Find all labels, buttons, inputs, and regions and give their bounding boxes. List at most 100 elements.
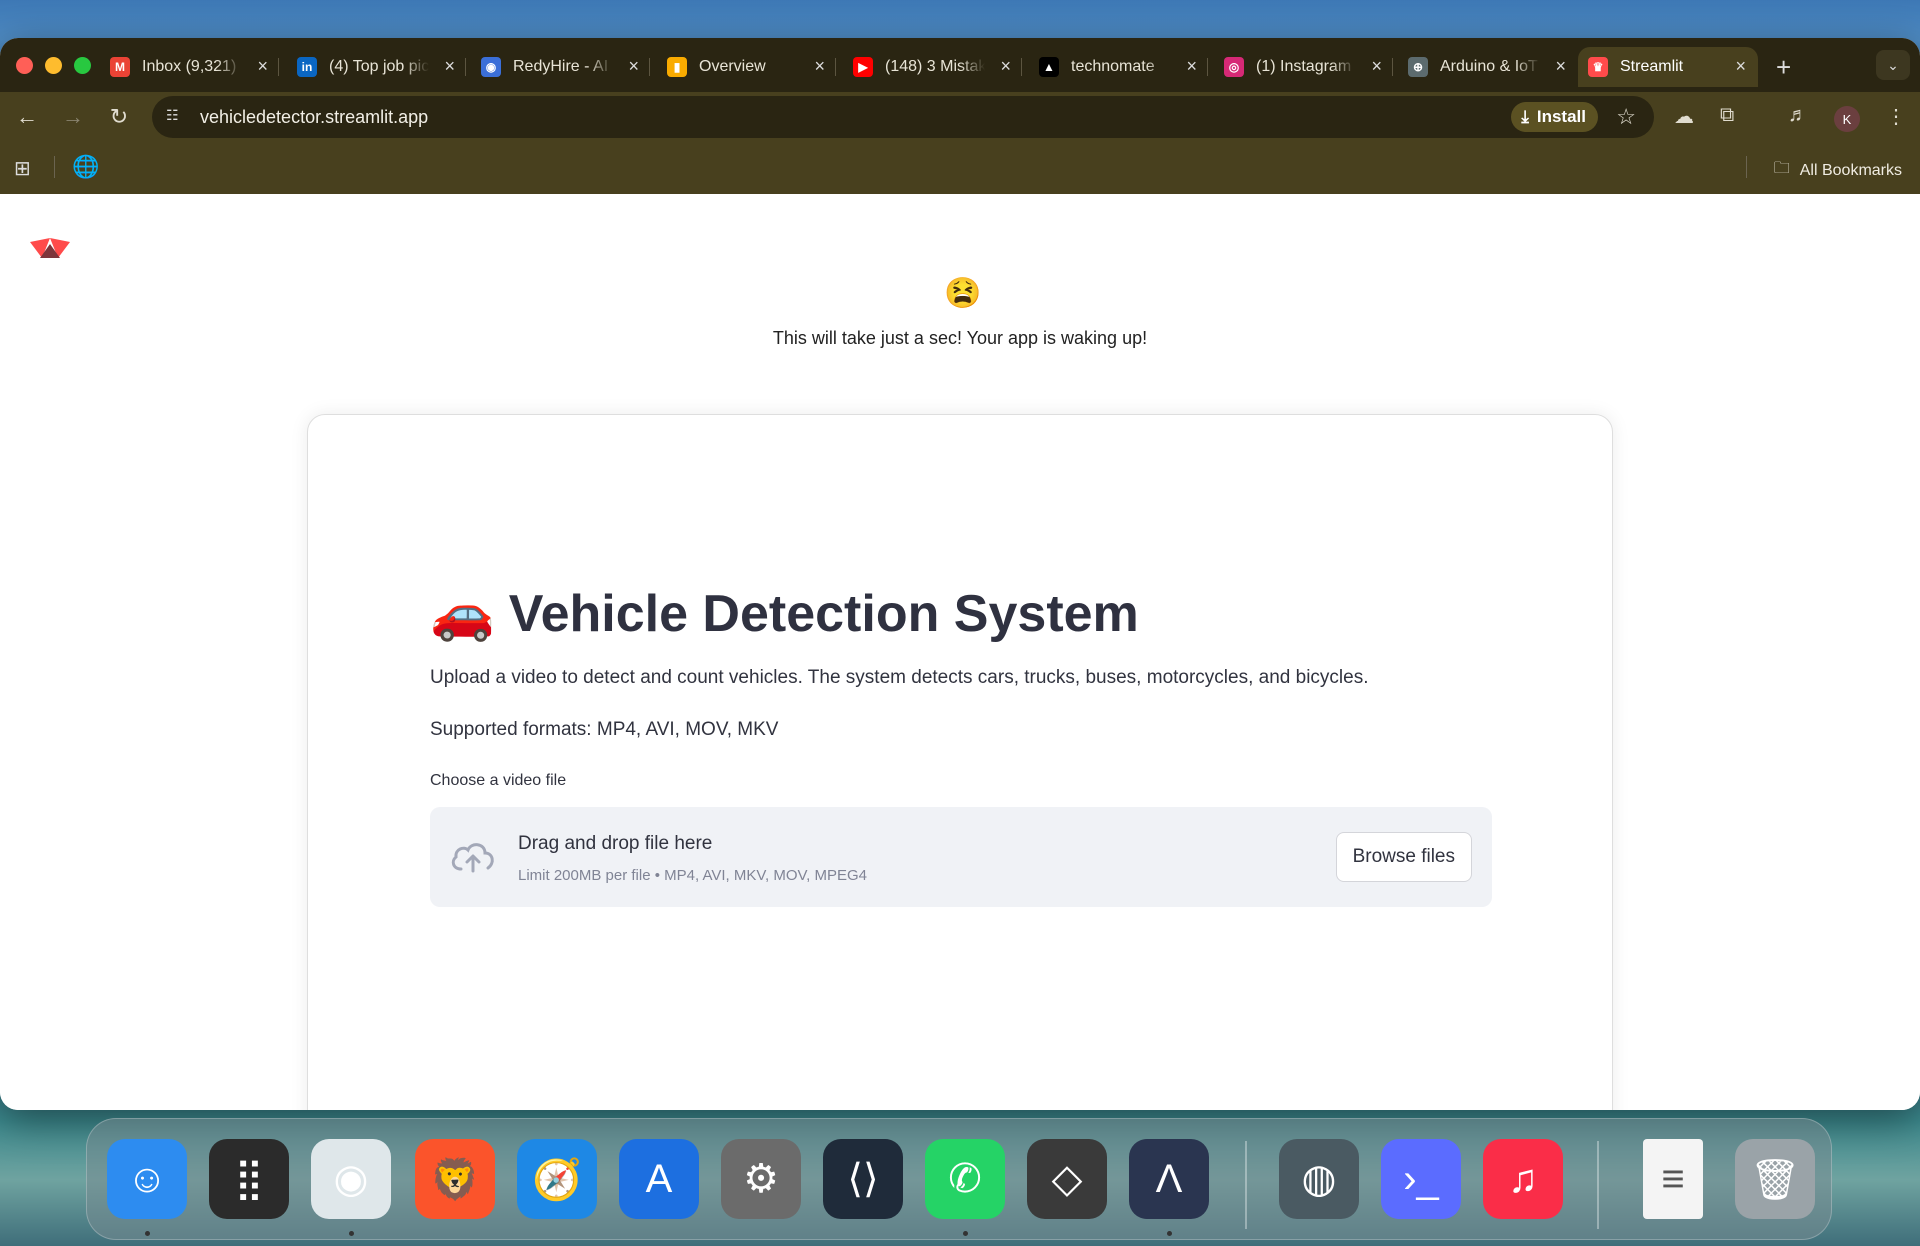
- vscode-icon[interactable]: ⟨⟩: [823, 1139, 903, 1219]
- extensions-puzzle-icon[interactable]: ⧉: [1720, 104, 1734, 127]
- browser-tab[interactable]: ▶ (148) 3 Mistakes ×: [843, 47, 1023, 87]
- tab-strip: M Inbox (9,321) × in (4) Top job picks × ◉ Redy…: [0, 38, 1920, 92]
- install-label: Install: [1536, 107, 1586, 126]
- arc-icon[interactable]: Λ: [1129, 1139, 1209, 1219]
- close-tab-icon[interactable]: ×: [814, 56, 825, 77]
- globe-bookmark-icon[interactable]: 🌐: [72, 154, 99, 180]
- browser-menu-icon[interactable]: ⋮: [1886, 104, 1906, 129]
- spotlight-icon[interactable]: ◍: [1279, 1139, 1359, 1219]
- url-text[interactable]: vehicledetector.streamlit.app: [200, 107, 428, 128]
- brave-icon[interactable]: 🦁: [415, 1139, 495, 1219]
- launchpad-icon[interactable]: ⣿: [209, 1139, 289, 1219]
- cloud-upload-icon: [451, 843, 494, 873]
- browser-tab[interactable]: ◉ RedyHire - AI ×: [471, 47, 651, 87]
- running-indicator: [349, 1231, 354, 1236]
- gmail-icon: M: [110, 57, 130, 77]
- all-bookmarks-button[interactable]: 🗀 All Bookmarks: [1774, 157, 1902, 184]
- system-settings-icon[interactable]: ⚙: [721, 1139, 801, 1219]
- tab-title: (4) Top job picks: [329, 58, 429, 75]
- streamlit-logo-icon[interactable]: [28, 232, 72, 260]
- browse-files-button[interactable]: Browse files: [1335, 832, 1472, 882]
- apps-grid-icon[interactable]: ⊞: [14, 156, 31, 181]
- browser-tab[interactable]: ▮ Overview ×: [657, 47, 837, 87]
- browser-tab[interactable]: in (4) Top job picks ×: [287, 47, 467, 87]
- new-tab-button[interactable]: +: [1776, 52, 1791, 83]
- running-indicator: [1167, 1231, 1172, 1236]
- site-info-icon[interactable]: ☷: [166, 107, 186, 127]
- minimize-window-button[interactable]: [45, 57, 62, 74]
- install-app-button[interactable]: ⤓ Install: [1511, 102, 1598, 132]
- tired-face-emoji: 😫: [944, 277, 982, 310]
- app-description: Upload a video to detect and count vehic…: [430, 667, 1369, 688]
- close-tab-icon[interactable]: ×: [444, 56, 455, 77]
- car-emoji: 🚗: [430, 585, 495, 643]
- forward-button[interactable]: →: [56, 100, 90, 134]
- browser-tab[interactable]: ⊕ Arduino & IoT ×: [1398, 47, 1578, 87]
- close-tab-icon[interactable]: ×: [1555, 56, 1566, 77]
- app-store-icon[interactable]: A: [619, 1139, 699, 1219]
- browser-tab[interactable]: ▲ technomate ×: [1029, 47, 1209, 87]
- redyhire-icon: ◉: [481, 57, 501, 77]
- close-tab-icon[interactable]: ×: [257, 56, 268, 77]
- chrome-icon[interactable]: ◉: [311, 1139, 391, 1219]
- tab-separator: [278, 58, 279, 76]
- browser-window: M Inbox (9,321) × in (4) Top job picks × ◉ Redy…: [0, 38, 1920, 1110]
- running-indicator: [963, 1231, 968, 1236]
- app-preview-card: 🚗 Vehicle Detection System Upload a vide…: [307, 414, 1613, 1110]
- streamlit-icon: ♛: [1588, 57, 1608, 77]
- tab-title: (1) Instagram: [1256, 58, 1352, 75]
- tab-title: Streamlit: [1620, 58, 1684, 75]
- unity-icon[interactable]: ◇: [1027, 1139, 1107, 1219]
- close-window-button[interactable]: [16, 57, 33, 74]
- tab-separator: [1021, 58, 1022, 76]
- install-icon: ⤓: [1521, 107, 1529, 126]
- tab-title: Arduino & IoT: [1440, 58, 1538, 75]
- close-tab-icon[interactable]: ×: [628, 56, 639, 77]
- tab-title: Overview: [699, 58, 766, 75]
- tab-separator: [465, 58, 466, 76]
- finder-icon[interactable]: ☺: [107, 1139, 187, 1219]
- safari-icon[interactable]: 🧭: [517, 1139, 597, 1219]
- tab-separator: [1207, 58, 1208, 76]
- profile-avatar[interactable]: K: [1834, 106, 1860, 132]
- app-title-text: Vehicle Detection System: [508, 584, 1139, 643]
- tab-separator: [835, 58, 836, 76]
- dropzone-title: Drag and drop file here: [518, 833, 713, 854]
- media-control-icon[interactable]: ♬: [1788, 104, 1808, 127]
- close-tab-icon[interactable]: ×: [1735, 56, 1746, 77]
- waking-up-message: This will take just a sec! Your app is w…: [772, 328, 1148, 348]
- dropzone-limit-text: Limit 200MB per file • MP4, AVI, MKV, MO…: [518, 867, 867, 884]
- close-tab-icon[interactable]: ×: [1000, 56, 1011, 77]
- file-dropzone[interactable]: Drag and drop file here Limit 200MB per …: [430, 807, 1492, 907]
- fullscreen-window-button[interactable]: [74, 57, 91, 74]
- back-button[interactable]: ←: [10, 100, 44, 134]
- dock-divider: [1245, 1141, 1247, 1229]
- tab-title: Inbox (9,321): [142, 58, 237, 75]
- linkedin-icon: in: [297, 57, 317, 77]
- trash-icon[interactable]: 🗑: [1735, 1139, 1815, 1219]
- page-content: 😫 This will take just a sec! Your app is…: [0, 194, 1920, 1110]
- folder-icon: 🗀: [1773, 160, 1790, 177]
- browser-tab[interactable]: ◎ (1) Instagram ×: [1214, 47, 1394, 87]
- bookmark-star-icon[interactable]: ☆: [1616, 104, 1636, 130]
- address-bar[interactable]: ☷ vehicledetector.streamlit.app ⤓ Install…: [152, 96, 1654, 138]
- browser-tab[interactable]: M Inbox (9,321) ×: [100, 47, 280, 87]
- music-icon[interactable]: ♫: [1483, 1139, 1563, 1219]
- close-tab-icon[interactable]: ×: [1371, 56, 1382, 77]
- tab-separator: [1392, 58, 1393, 76]
- macos-dock: ☺ ⣿ ◉ 🦁 🧭 A ⚙ ⟨⟩ ✆ ◇ Λ ◍ ›_ ♫ ≡ 🗑: [86, 1118, 1832, 1240]
- browser-tab[interactable]: ♛ Streamlit ×: [1578, 47, 1758, 87]
- tab-search-button[interactable]: ⌄: [1876, 50, 1910, 80]
- youtube-icon: ▶: [853, 57, 873, 77]
- browser-toolbar: ← → ↻ ☷ vehicledetector.streamlit.app ⤓ I…: [0, 92, 1920, 142]
- close-tab-icon[interactable]: ×: [1186, 56, 1197, 77]
- running-indicator: [145, 1231, 150, 1236]
- reload-button[interactable]: ↻: [102, 100, 136, 134]
- analytics-icon: ▮: [667, 57, 687, 77]
- warp-terminal-icon[interactable]: ›_: [1381, 1139, 1461, 1219]
- document-icon[interactable]: ≡: [1643, 1139, 1703, 1219]
- tab-title: RedyHire - AI: [513, 58, 609, 75]
- extension-ghost-icon[interactable]: ☁: [1674, 104, 1694, 129]
- tab-separator: [649, 58, 650, 76]
- whatsapp-icon[interactable]: ✆: [925, 1139, 1005, 1219]
